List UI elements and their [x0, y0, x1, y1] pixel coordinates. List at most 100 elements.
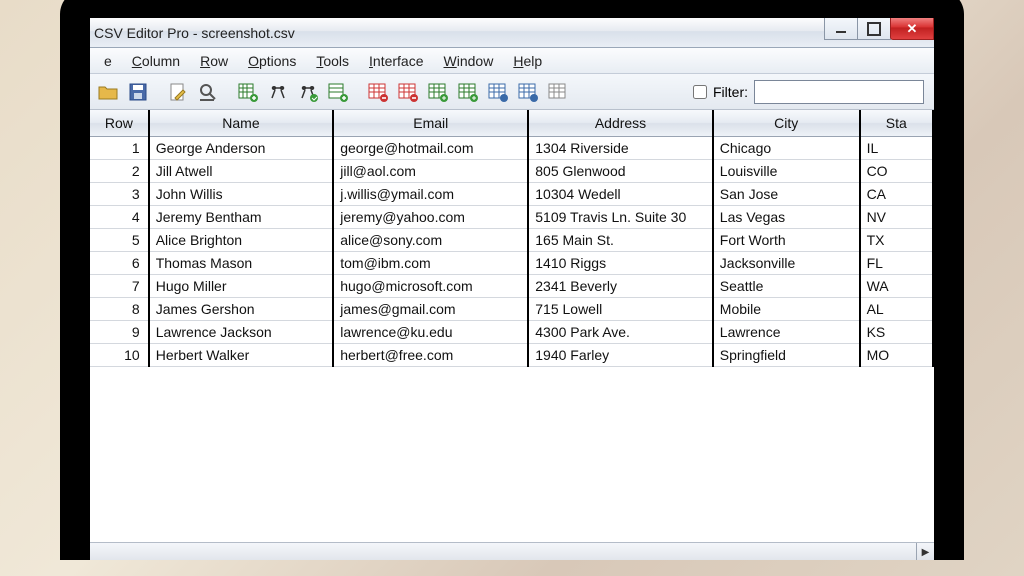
cell-city[interactable]: Fort Worth: [713, 228, 860, 251]
cell-city[interactable]: Jacksonville: [713, 251, 860, 274]
table-row[interactable]: 3John Willisj.willis@ymail.com10304 Wede…: [90, 182, 933, 205]
cell-name[interactable]: Alice Brighton: [149, 228, 334, 251]
cell-rownum[interactable]: 1: [90, 136, 149, 159]
menu-file-tail[interactable]: e: [94, 50, 122, 72]
menu-options[interactable]: Options: [238, 50, 306, 72]
cell-email[interactable]: tom@ibm.com: [333, 251, 528, 274]
menu-interface[interactable]: Interface: [359, 50, 433, 72]
cell-state[interactable]: AL: [860, 297, 933, 320]
data-grid[interactable]: Row Name Email Address City Sta 1George …: [90, 110, 934, 542]
col-header-state[interactable]: Sta: [860, 110, 933, 136]
menu-window[interactable]: Window: [434, 50, 504, 72]
col-header-row[interactable]: Row: [90, 110, 149, 136]
col-header-email[interactable]: Email: [333, 110, 528, 136]
cell-rownum[interactable]: 4: [90, 205, 149, 228]
menu-tools[interactable]: Tools: [306, 50, 359, 72]
cell-rownum[interactable]: 5: [90, 228, 149, 251]
col-header-address[interactable]: Address: [528, 110, 713, 136]
close-button[interactable]: [890, 18, 934, 40]
cell-address[interactable]: 1940 Farley: [528, 343, 713, 366]
cell-state[interactable]: NV: [860, 205, 933, 228]
cell-city[interactable]: Mobile: [713, 297, 860, 320]
cell-state[interactable]: IL: [860, 136, 933, 159]
cell-address[interactable]: 1410 Riggs: [528, 251, 713, 274]
menu-column[interactable]: Column: [122, 50, 190, 72]
cell-state[interactable]: KS: [860, 320, 933, 343]
cell-state[interactable]: WA: [860, 274, 933, 297]
find-next-icon[interactable]: [294, 78, 322, 106]
table-row[interactable]: 5Alice Brightonalice@sony.com165 Main St…: [90, 228, 933, 251]
grid-icon-4[interactable]: [454, 78, 482, 106]
cell-name[interactable]: George Anderson: [149, 136, 334, 159]
table-add-row-icon[interactable]: [324, 78, 352, 106]
cell-state[interactable]: MO: [860, 343, 933, 366]
cell-city[interactable]: Seattle: [713, 274, 860, 297]
scroll-right-button[interactable]: ▶: [916, 543, 934, 560]
filter-checkbox[interactable]: [693, 85, 707, 99]
table-row[interactable]: 1George Andersongeorge@hotmail.com1304 R…: [90, 136, 933, 159]
cell-email[interactable]: george@hotmail.com: [333, 136, 528, 159]
table-add-column-icon[interactable]: [234, 78, 262, 106]
cell-state[interactable]: FL: [860, 251, 933, 274]
cell-city[interactable]: Las Vegas: [713, 205, 860, 228]
cell-city[interactable]: Louisville: [713, 159, 860, 182]
grid-icon-5[interactable]: [484, 78, 512, 106]
microscope-icon[interactable]: [194, 78, 222, 106]
save-icon[interactable]: [124, 78, 152, 106]
cell-address[interactable]: 4300 Park Ave.: [528, 320, 713, 343]
cell-state[interactable]: TX: [860, 228, 933, 251]
table-row[interactable]: 7Hugo Millerhugo@microsoft.com2341 Bever…: [90, 274, 933, 297]
cell-name[interactable]: Thomas Mason: [149, 251, 334, 274]
grid-icon-6[interactable]: [514, 78, 542, 106]
titlebar[interactable]: CSV Editor Pro - screenshot.csv: [90, 18, 934, 48]
cell-name[interactable]: Lawrence Jackson: [149, 320, 334, 343]
grid-icon-3[interactable]: [424, 78, 452, 106]
cell-name[interactable]: Hugo Miller: [149, 274, 334, 297]
cell-address[interactable]: 165 Main St.: [528, 228, 713, 251]
filter-input[interactable]: [754, 80, 924, 104]
cell-name[interactable]: Jeremy Bentham: [149, 205, 334, 228]
cell-rownum[interactable]: 6: [90, 251, 149, 274]
cell-name[interactable]: Jill Atwell: [149, 159, 334, 182]
maximize-button[interactable]: [857, 18, 891, 40]
col-header-name[interactable]: Name: [149, 110, 334, 136]
open-folder-icon[interactable]: [94, 78, 122, 106]
cell-name[interactable]: John Willis: [149, 182, 334, 205]
cell-address[interactable]: 715 Lowell: [528, 297, 713, 320]
minimize-button[interactable]: [824, 18, 858, 40]
cell-name[interactable]: Herbert Walker: [149, 343, 334, 366]
menu-row[interactable]: Row: [190, 50, 238, 72]
cell-email[interactable]: lawrence@ku.edu: [333, 320, 528, 343]
grid-icon-2[interactable]: [394, 78, 422, 106]
col-header-city[interactable]: City: [713, 110, 860, 136]
cell-city[interactable]: San Jose: [713, 182, 860, 205]
table-row[interactable]: 2Jill Atwelljill@aol.com805 GlenwoodLoui…: [90, 159, 933, 182]
cell-address[interactable]: 5109 Travis Ln. Suite 30: [528, 205, 713, 228]
table-row[interactable]: 10Herbert Walkerherbert@free.com1940 Far…: [90, 343, 933, 366]
cell-name[interactable]: James Gershon: [149, 297, 334, 320]
cell-address[interactable]: 10304 Wedell: [528, 182, 713, 205]
find-icon[interactable]: [264, 78, 292, 106]
cell-email[interactable]: hugo@microsoft.com: [333, 274, 528, 297]
cell-state[interactable]: CO: [860, 159, 933, 182]
table-row[interactable]: 8James Gershonjames@gmail.com715 LowellM…: [90, 297, 933, 320]
cell-email[interactable]: alice@sony.com: [333, 228, 528, 251]
edit-page-icon[interactable]: [164, 78, 192, 106]
table-row[interactable]: 4Jeremy Benthamjeremy@yahoo.com5109 Trav…: [90, 205, 933, 228]
cell-rownum[interactable]: 10: [90, 343, 149, 366]
cell-rownum[interactable]: 7: [90, 274, 149, 297]
cell-rownum[interactable]: 8: [90, 297, 149, 320]
table-row[interactable]: 9Lawrence Jacksonlawrence@ku.edu4300 Par…: [90, 320, 933, 343]
cell-rownum[interactable]: 3: [90, 182, 149, 205]
cell-rownum[interactable]: 2: [90, 159, 149, 182]
menu-help[interactable]: Help: [503, 50, 552, 72]
cell-email[interactable]: herbert@free.com: [333, 343, 528, 366]
grid-icon-1[interactable]: [364, 78, 392, 106]
cell-state[interactable]: CA: [860, 182, 933, 205]
cell-city[interactable]: Lawrence: [713, 320, 860, 343]
cell-email[interactable]: jeremy@yahoo.com: [333, 205, 528, 228]
cell-email[interactable]: jill@aol.com: [333, 159, 528, 182]
cell-city[interactable]: Chicago: [713, 136, 860, 159]
cell-rownum[interactable]: 9: [90, 320, 149, 343]
grid-icon-7[interactable]: [544, 78, 572, 106]
